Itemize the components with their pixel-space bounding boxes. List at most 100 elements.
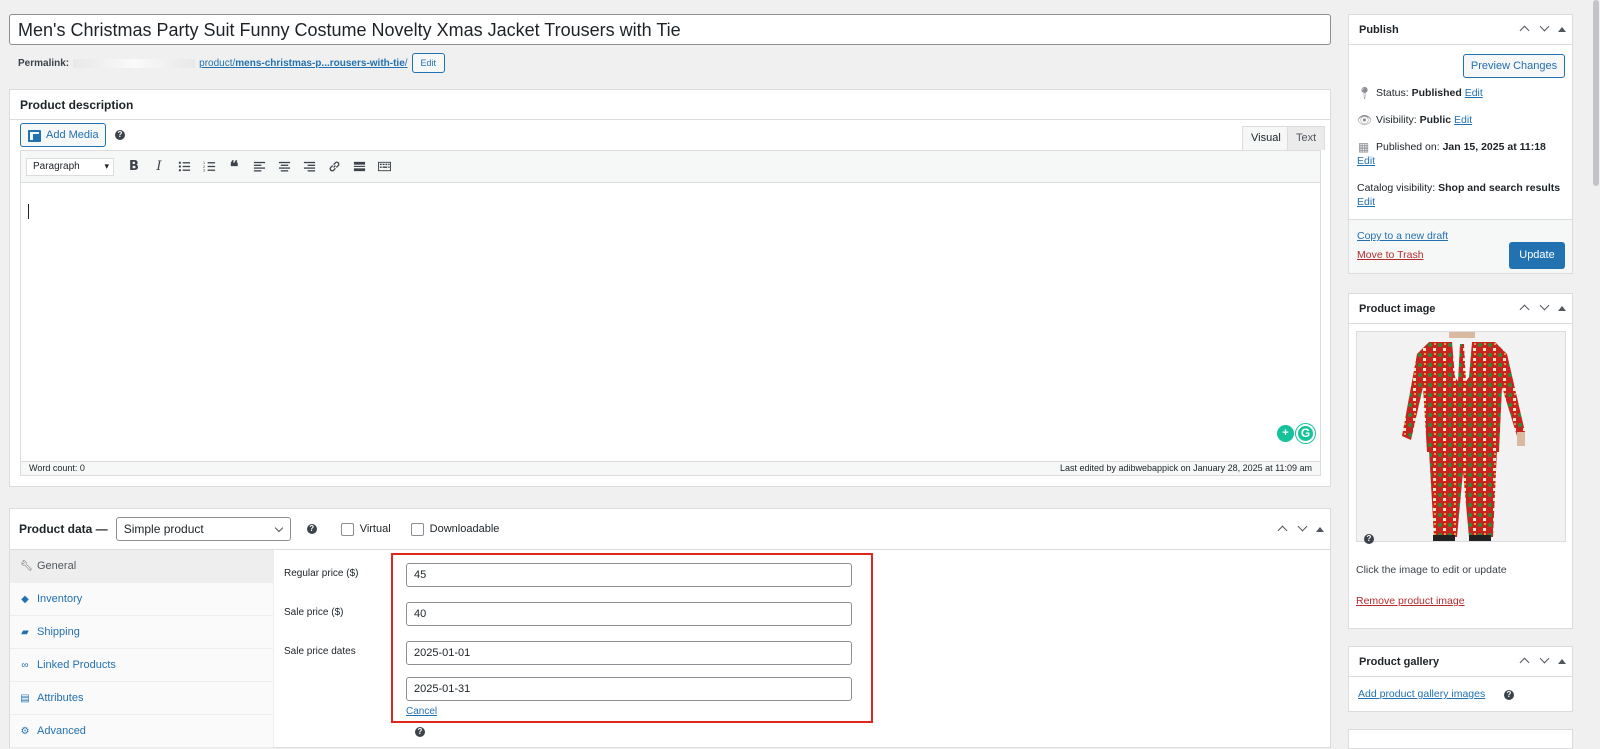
preview-changes-button[interactable]: Preview Changes [1463, 54, 1565, 78]
numbered-list-icon[interactable]: 123 [198, 156, 220, 178]
publish-box: Publish Preview Changes 📍︎ Status: Publi… [1348, 14, 1573, 274]
permalink-edit-button[interactable]: Edit [411, 53, 446, 73]
product-description-box: Product description Add Media ? Visual T… [9, 89, 1331, 487]
align-left-icon[interactable] [248, 156, 270, 178]
published-on-row: ▦ Published on: Jan 15, 2025 at 11:18 Edi… [1357, 140, 1546, 167]
editor: Paragraph B I 123 ❝ [20, 150, 1321, 476]
collapse-icon[interactable] [1316, 526, 1324, 532]
status-edit-link[interactable]: Edit [1465, 87, 1483, 99]
editor-toolbar: Paragraph B I 123 ❝ [21, 151, 1320, 183]
sale-dates-label: Sale price dates [284, 646, 356, 657]
publish-header: Publish [1349, 15, 1572, 45]
toolbar-toggle-icon[interactable] [373, 156, 395, 178]
add-gallery-images-link[interactable]: Add product gallery images [1358, 688, 1485, 700]
link-icon: ∞ [21, 659, 29, 671]
published-edit-link[interactable]: Edit [1357, 155, 1375, 167]
editor-status-bar: Word count: 0 Last edited by adibwebappi… [21, 461, 1320, 475]
product-image-box: Product image ? Click the image to edit … [1348, 293, 1573, 629]
product-data-tabs: 🔧︎ General ◆ Inventory ▰ Shipping ∞ Linked P… [10, 550, 274, 748]
move-down-icon[interactable] [1296, 523, 1310, 535]
gear-icon: ⚙ [20, 725, 30, 737]
catalog-visibility-row: Catalog visibility: Shop and search resu… [1357, 182, 1561, 208]
tab-advanced[interactable]: ⚙ Advanced [10, 715, 273, 748]
product-image-heading: Product image [1359, 302, 1436, 315]
product-description-heading: Product description [20, 98, 134, 112]
scrollbar-thumb[interactable] [1593, 0, 1599, 186]
permalink-label: Permalink: [18, 57, 70, 69]
publish-actions: Copy to a new draft Move to Trash Update [1349, 219, 1572, 273]
visibility-edit-link[interactable]: Edit [1454, 114, 1472, 126]
move-up-icon[interactable] [1276, 523, 1290, 535]
align-right-icon[interactable] [298, 156, 320, 178]
regular-price-label: Regular price ($) [284, 568, 359, 579]
highlight-box [391, 553, 873, 723]
grammarly-assist-icon[interactable]: + [1277, 425, 1294, 442]
product-image-header: Product image [1349, 294, 1572, 324]
help-icon[interactable]: ? [306, 524, 317, 534]
move-down-icon[interactable] [1538, 23, 1552, 35]
collapse-icon[interactable] [1558, 305, 1566, 311]
tab-inventory[interactable]: ◆ Inventory [10, 583, 273, 616]
move-up-icon[interactable] [1518, 655, 1532, 667]
help-icon[interactable]: ? [1364, 534, 1374, 544]
virtual-checkbox[interactable]: Virtual [340, 522, 391, 536]
tab-linked-products[interactable]: ∞ Linked Products [10, 649, 273, 682]
permalink-link[interactable]: product/mens-christmas-p...rousers-with-… [199, 58, 407, 69]
tab-shipping[interactable]: ▰ Shipping [10, 616, 273, 649]
media-icon [28, 129, 41, 142]
bold-icon[interactable]: B [123, 156, 145, 178]
move-to-trash-link[interactable]: Move to Trash [1357, 249, 1424, 261]
permalink-row: Permalink: product/mens-christmas-p...ro… [18, 53, 446, 73]
collapse-icon[interactable] [1558, 26, 1566, 32]
christmas-suit-image [1402, 332, 1525, 541]
calendar-icon: ▦ [1357, 140, 1370, 154]
help-icon[interactable]: ? [1504, 690, 1514, 700]
bullet-list-icon[interactable] [173, 156, 195, 178]
product-image[interactable] [1356, 331, 1566, 542]
grammarly-icon[interactable]: G [1296, 424, 1315, 443]
downloadable-checkbox[interactable]: Downloadable [410, 522, 499, 536]
add-media-button[interactable]: Add Media [20, 123, 106, 147]
copy-draft-link[interactable]: Copy to a new draft [1357, 230, 1448, 242]
align-center-icon[interactable] [273, 156, 295, 178]
product-data-heading: Product data — [19, 522, 108, 536]
collapse-icon[interactable] [1558, 658, 1566, 664]
link-icon[interactable] [323, 156, 345, 178]
tab-visual[interactable]: Visual [1242, 126, 1290, 150]
move-up-icon[interactable] [1518, 23, 1532, 35]
eye-icon: 👁︎ [1357, 113, 1373, 127]
product-gallery-heading: Product gallery [1359, 655, 1440, 668]
help-icon[interactable]: ? [415, 727, 425, 737]
next-sidebar-box [1348, 729, 1573, 749]
tab-attributes[interactable]: ▤ Attributes [10, 682, 273, 715]
update-button[interactable]: Update [1509, 242, 1565, 269]
product-type-select[interactable]: Simple product [115, 517, 291, 541]
last-edited: Last edited by adibwebappick on January … [1059, 463, 1312, 473]
tab-general[interactable]: 🔧︎ General [10, 550, 273, 583]
visibility-row: 👁︎ Visibility: Public Edit [1357, 113, 1473, 127]
list-icon: ▤ [20, 692, 30, 704]
word-count: Word count: 0 [29, 463, 85, 473]
move-up-icon[interactable] [1518, 302, 1532, 314]
blockquote-icon[interactable]: ❝ [223, 156, 245, 178]
product-gallery-box: Product gallery Add product gallery imag… [1348, 646, 1573, 712]
read-more-icon[interactable] [348, 156, 370, 178]
tag-icon: ◆ [21, 593, 29, 605]
status-row: 📍︎ Status: Published Edit [1357, 86, 1483, 100]
publish-heading: Publish [1359, 23, 1399, 36]
image-hint-text: Click the image to edit or update [1356, 564, 1507, 576]
catalog-edit-link[interactable]: Edit [1357, 196, 1375, 208]
remove-image-link[interactable]: Remove product image [1356, 595, 1465, 607]
product-gallery-header: Product gallery [1349, 647, 1572, 677]
wrench-icon: 🔧︎ [20, 560, 33, 572]
help-icon[interactable]: ? [115, 130, 125, 140]
tab-text[interactable]: Text [1287, 126, 1326, 150]
move-down-icon[interactable] [1538, 655, 1552, 667]
editor-content-area[interactable]: + G [21, 183, 1320, 461]
move-down-icon[interactable] [1538, 302, 1552, 314]
permalink-base-url [73, 58, 196, 68]
italic-icon[interactable]: I [148, 156, 170, 178]
format-select[interactable]: Paragraph [26, 157, 114, 176]
product-title-input[interactable]: Men's Christmas Party Suit Funny Costume… [9, 14, 1331, 45]
page-scrollbar[interactable] [1591, 0, 1600, 741]
